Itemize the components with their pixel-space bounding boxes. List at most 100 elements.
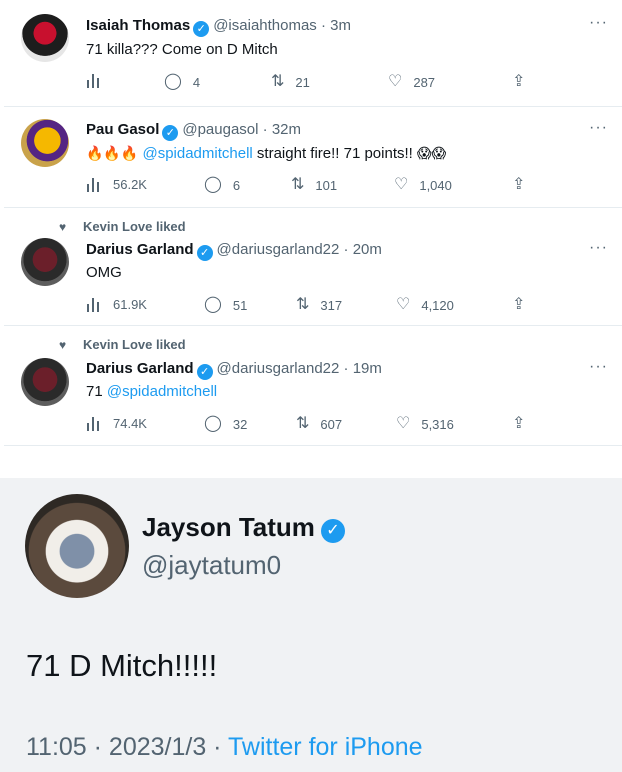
heart-icon: ♡ bbox=[396, 296, 411, 313]
share-button[interactable]: ⇪ bbox=[512, 177, 525, 193]
mention-link[interactable]: @spidadmitchell bbox=[107, 383, 217, 400]
avatar[interactable] bbox=[21, 14, 69, 62]
liked-by-label[interactable]: Kevin Love liked bbox=[83, 337, 186, 352]
author-handle[interactable]: @paugasol bbox=[182, 121, 258, 138]
tweet-text-body: 71 bbox=[86, 383, 107, 400]
author-name[interactable]: Darius Garland bbox=[86, 360, 194, 377]
tweet-timestamp[interactable]: 11:05 · 2023/1/3 · bbox=[26, 733, 228, 761]
views-button[interactable]: 61.9K bbox=[86, 297, 147, 312]
retweet-count: 317 bbox=[320, 297, 343, 313]
share-icon: ⇪ bbox=[512, 73, 526, 90]
tweet-time[interactable]: · 32m bbox=[263, 121, 301, 138]
share-button[interactable]: ⇪ bbox=[512, 74, 525, 90]
tweet-actions: ◯ 4 ⇅ 21 ♡ 287 ⇪ bbox=[86, 74, 536, 94]
views-count: 74.4K bbox=[113, 416, 147, 431]
tweet-text: 🔥🔥🔥 @spidadmitchell straight fire!! 71 p… bbox=[86, 145, 446, 162]
retweet-button[interactable]: ⇅ 21 bbox=[271, 74, 310, 90]
retweet-button[interactable]: ⇅ 607 bbox=[296, 416, 342, 432]
reply-button[interactable]: ◯ 51 bbox=[204, 297, 247, 313]
share-button[interactable]: ⇪ bbox=[512, 297, 525, 313]
reply-icon: ◯ bbox=[164, 73, 182, 90]
heart-icon: ♡ bbox=[394, 176, 409, 193]
retweet-count: 101 bbox=[315, 177, 338, 193]
author-handle[interactable]: @dariusgarland22 bbox=[217, 241, 340, 258]
tatum-tweet[interactable]: Jayson Tatum ✓ @jaytatum0 71 D Mitch!!!!!… bbox=[0, 478, 622, 772]
retweet-icon: ⇅ bbox=[296, 415, 310, 432]
mention-link[interactable]: @spidadmitchell bbox=[142, 145, 252, 162]
share-icon: ⇪ bbox=[512, 415, 526, 432]
tweet-card[interactable]: ♥ Kevin Love liked Darius Garland ✓ @darius… bbox=[4, 326, 622, 446]
fire-emoji: 🔥🔥🔥 bbox=[86, 145, 139, 161]
retweet-count: 21 bbox=[295, 74, 310, 90]
stats-icon bbox=[86, 297, 102, 312]
share-icon: ⇪ bbox=[512, 296, 526, 313]
author-handle[interactable]: @jaytatum0 bbox=[142, 550, 281, 581]
author-handle[interactable]: @isaiahthomas bbox=[213, 17, 317, 34]
tweet-card[interactable]: Isaiah Thomas ✓ @isaiahthomas · 3m ··· 71 … bbox=[4, 0, 622, 107]
stats-icon bbox=[86, 177, 102, 192]
retweet-icon: ⇅ bbox=[296, 296, 310, 313]
verified-badge-icon: ✓ bbox=[162, 125, 179, 141]
tweet-feed: Isaiah Thomas ✓ @isaiahthomas · 3m ··· 71 … bbox=[4, 0, 622, 452]
views-button[interactable] bbox=[86, 74, 113, 88]
tweet-text: OMG bbox=[86, 264, 122, 281]
like-button[interactable]: ♡ 5,316 bbox=[396, 416, 454, 432]
more-options-icon[interactable]: ··· bbox=[589, 119, 608, 137]
avatar[interactable] bbox=[21, 358, 69, 406]
reply-button[interactable]: ◯ 32 bbox=[204, 416, 247, 432]
like-button[interactable]: ♡ 1,040 bbox=[394, 177, 452, 193]
like-count: 5,316 bbox=[421, 416, 454, 432]
heart-icon: ♥ bbox=[59, 338, 67, 352]
reply-count: 6 bbox=[232, 177, 241, 193]
author-name[interactable]: Darius Garland bbox=[86, 241, 194, 258]
tweet-header: Pau Gasol ✓ @paugasol · 32m bbox=[86, 121, 301, 141]
tweet-time[interactable]: · 19m bbox=[344, 360, 382, 377]
tweet-card[interactable]: ♥ Kevin Love liked Darius Garland ✓ @darius… bbox=[4, 208, 622, 326]
reply-icon: ◯ bbox=[204, 296, 222, 313]
author-name[interactable]: Jayson Tatum bbox=[142, 512, 315, 542]
tweet-time[interactable]: · 3m bbox=[321, 17, 351, 34]
like-button[interactable]: ♡ 4,120 bbox=[396, 297, 454, 313]
tweet-text-body: straight fire!! 71 points!! bbox=[252, 145, 417, 162]
retweet-icon: ⇅ bbox=[271, 73, 285, 90]
retweet-button[interactable]: ⇅ 101 bbox=[291, 177, 337, 193]
reply-button[interactable]: ◯ 6 bbox=[204, 177, 240, 193]
avatar[interactable] bbox=[21, 238, 69, 286]
reply-icon: ◯ bbox=[204, 176, 222, 193]
views-count: 61.9K bbox=[113, 297, 147, 312]
avatar[interactable] bbox=[21, 119, 69, 167]
retweet-button[interactable]: ⇅ 317 bbox=[296, 297, 342, 313]
more-options-icon[interactable]: ··· bbox=[589, 14, 608, 32]
reply-count: 4 bbox=[192, 74, 201, 90]
tweet-card[interactable]: Pau Gasol ✓ @paugasol · 32m ··· 🔥🔥🔥 @spida… bbox=[4, 107, 622, 208]
author-name[interactable]: Pau Gasol bbox=[86, 121, 159, 138]
author-name[interactable]: Isaiah Thomas bbox=[86, 17, 190, 34]
tweet-text: 71 D Mitch!!!!! bbox=[26, 648, 218, 683]
tweet-actions: 61.9K ◯ 51 ⇅ 317 ♡ 4,120 ⇪ bbox=[86, 297, 536, 317]
like-count: 287 bbox=[413, 74, 436, 90]
tweet-header: Darius Garland ✓ @dariusgarland22 · 19m bbox=[86, 360, 382, 380]
tweet-source-link[interactable]: Twitter for iPhone bbox=[228, 733, 423, 761]
retweet-icon: ⇅ bbox=[291, 176, 305, 193]
stats-icon bbox=[86, 416, 102, 431]
share-button[interactable]: ⇪ bbox=[512, 416, 525, 432]
author-handle[interactable]: @dariusgarland22 bbox=[217, 360, 340, 377]
tweet-header: Isaiah Thomas ✓ @isaiahthomas · 3m bbox=[86, 17, 351, 37]
social-context: ♥ Kevin Love liked bbox=[59, 219, 186, 234]
avatar[interactable] bbox=[25, 494, 129, 598]
tweet-header: Darius Garland ✓ @dariusgarland22 · 20m bbox=[86, 241, 382, 261]
reply-button[interactable]: ◯ 4 bbox=[164, 74, 200, 90]
tweet-actions: 56.2K ◯ 6 ⇅ 101 ♡ 1,040 ⇪ bbox=[86, 177, 536, 197]
heart-icon: ♡ bbox=[396, 415, 411, 432]
views-button[interactable]: 56.2K bbox=[86, 177, 147, 192]
tweet-time[interactable]: · 20m bbox=[344, 241, 382, 258]
verified-badge-icon: ✓ bbox=[196, 245, 213, 261]
verified-badge-icon: ✓ bbox=[320, 519, 345, 543]
liked-by-label[interactable]: Kevin Love liked bbox=[83, 219, 186, 234]
more-options-icon[interactable]: ··· bbox=[589, 358, 608, 376]
views-button[interactable]: 74.4K bbox=[86, 416, 147, 431]
retweet-count: 607 bbox=[320, 416, 343, 432]
more-options-icon[interactable]: ··· bbox=[589, 239, 608, 257]
like-button[interactable]: ♡ 287 bbox=[388, 74, 435, 90]
tweet-actions: 74.4K ◯ 32 ⇅ 607 ♡ 5,316 ⇪ bbox=[86, 416, 536, 436]
